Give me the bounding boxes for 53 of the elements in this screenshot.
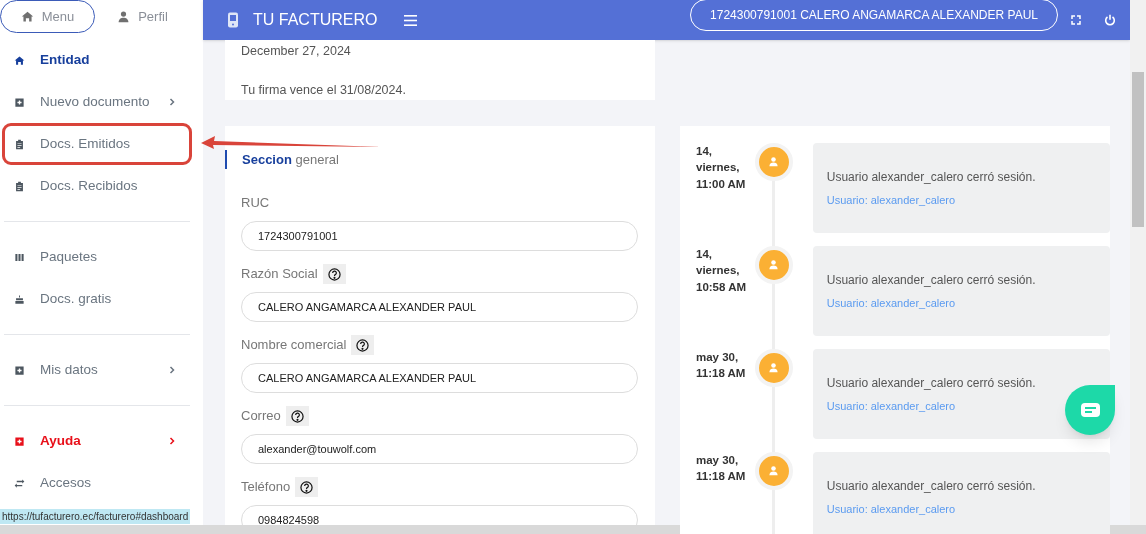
- sidebar-item[interactable]: Docs. Recibidos: [2, 165, 192, 207]
- chevron-icon: [168, 437, 176, 445]
- field-label: Nombre comercial: [241, 336, 347, 355]
- sidebar-tab[interactable]: Perfil: [95, 0, 190, 33]
- timeline-time: may 30, 11:18 AM: [696, 452, 747, 484]
- columns-icon: [14, 251, 25, 263]
- notice-date: December 27, 2024: [241, 43, 352, 60]
- timeline-time: may 30, 11:18 AM: [696, 349, 747, 381]
- url-tooltip: https://tufacturero.ec/facturero#dashboard: [0, 509, 191, 524]
- entry-link[interactable]: Usuario: alexander_calero: [826, 397, 956, 414]
- notice-message: Tu firma vence el 31/08/2024.: [241, 81, 407, 99]
- scrollbar[interactable]: [1130, 0, 1146, 525]
- chat-icon: [1080, 403, 1100, 417]
- help-icon[interactable]: [322, 264, 346, 284]
- cake-icon: [14, 293, 25, 305]
- entry-link[interactable]: Usuario: alexander_calero: [826, 500, 956, 517]
- sidebar-item[interactable]: Nuevo documento: [2, 81, 192, 123]
- entry-message: Usuario alexander_calero cerró sesión.: [826, 168, 1037, 186]
- power-icon[interactable]: [1104, 14, 1116, 26]
- help-icon[interactable]: [295, 477, 319, 497]
- sidebar-item[interactable]: Ayuda: [2, 420, 192, 462]
- clipboard-icon: [14, 180, 25, 192]
- sidebar-item[interactable]: Accesos: [2, 462, 192, 504]
- chevron-icon: [168, 366, 176, 374]
- sidebar-item[interactable]: Docs. Emitidos: [2, 123, 192, 165]
- fullscreen-icon[interactable]: [1071, 15, 1081, 25]
- home-icon: [14, 54, 25, 66]
- entry-message: Usuario alexander_calero cerró sesión.: [826, 374, 1037, 392]
- section-title: Seccion general: [225, 149, 655, 169]
- field-label: RUC: [241, 194, 270, 213]
- sidebar-item[interactable]: Entidad: [2, 39, 192, 81]
- timeline-time: 14, viernes, 10:58 AM: [696, 246, 748, 295]
- home-icon: [20, 10, 34, 23]
- sidebar-item[interactable]: Mis datos: [2, 349, 192, 391]
- help-icon[interactable]: [351, 335, 375, 355]
- entry-link[interactable]: Usuario: alexander_calero: [826, 294, 956, 311]
- person-icon: [117, 10, 131, 23]
- menu-icon[interactable]: [404, 14, 418, 26]
- timeline-time: 14, viernes, 11:00 AM: [696, 143, 747, 192]
- swap-icon: [14, 477, 25, 489]
- entry-message: Usuario alexander_calero cerró sesión.: [826, 477, 1037, 495]
- clipboard-icon: [14, 138, 25, 150]
- field-label: Razón Social: [241, 265, 318, 284]
- entry-message: Usuario alexander_calero cerró sesión.: [826, 271, 1037, 289]
- phone-icon: [227, 12, 239, 28]
- help-icon[interactable]: [285, 406, 309, 426]
- brand-title: TU FACTURERO: [253, 10, 378, 30]
- sidebar-item[interactable]: Docs. gratis: [2, 278, 192, 320]
- chevron-icon: [168, 98, 176, 106]
- field-label: Teléfono: [241, 478, 291, 497]
- sidebar-item[interactable]: Paquetes: [2, 236, 192, 278]
- field-label: Correo: [241, 407, 281, 426]
- entry-link[interactable]: Usuario: alexander_calero: [826, 191, 956, 208]
